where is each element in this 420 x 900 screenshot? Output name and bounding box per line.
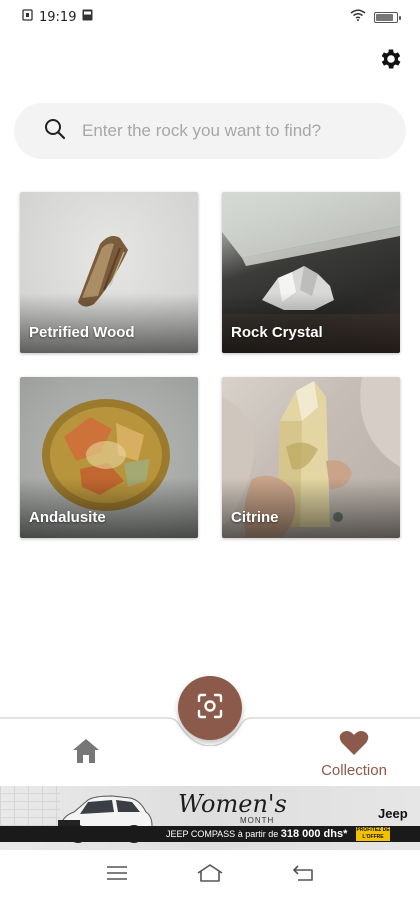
card-shade (20, 293, 198, 353)
card-shade (20, 478, 198, 538)
search-bar[interactable] (14, 103, 406, 159)
heart-icon (339, 730, 369, 760)
settings-button[interactable] (376, 46, 406, 76)
card-shade (222, 293, 400, 353)
rock-name: Petrified Wood (29, 324, 135, 341)
system-home-button[interactable] (195, 860, 225, 890)
ad-brand-logo: Jeep (378, 806, 408, 821)
ad-subheadline: MONTH (240, 816, 275, 825)
back-icon (292, 864, 314, 886)
search-icon (44, 118, 66, 144)
rock-name: Andalusite (29, 509, 106, 526)
status-bar: 19:19 (0, 0, 420, 34)
sim-icon (22, 9, 33, 25)
ad-offer-text: JEEP COMPASS à partir de (166, 829, 279, 839)
system-nav-bar (0, 850, 420, 900)
battery-icon (374, 11, 401, 23)
scan-icon (197, 693, 223, 723)
home-tab-button[interactable] (70, 738, 102, 768)
scan-button[interactable] (178, 676, 242, 740)
status-right (350, 9, 401, 25)
rock-card-petrified-wood[interactable]: Petrified Wood (20, 192, 198, 353)
notification-icon (82, 9, 93, 25)
rock-grid: Petrified Wood Rock Crystal Andalusite C… (20, 192, 402, 538)
recent-apps-button[interactable] (102, 860, 132, 890)
status-time: 19:19 (39, 9, 77, 25)
back-button[interactable] (288, 860, 318, 890)
rock-name: Citrine (231, 509, 279, 526)
search-input[interactable] (82, 121, 372, 141)
menu-icon (106, 865, 128, 885)
collection-tab-button[interactable]: Collection (312, 730, 396, 780)
status-left: 19:19 (22, 9, 93, 25)
home-outline-icon (196, 863, 224, 887)
rock-card-andalusite[interactable]: Andalusite (20, 377, 198, 538)
gear-icon (378, 46, 404, 76)
ad-offer: JEEP COMPASS à partir de 318 000 dhs* (166, 828, 347, 840)
card-shade (222, 478, 400, 538)
rock-card-rock-crystal[interactable]: Rock Crystal (222, 192, 400, 353)
home-icon (72, 738, 100, 768)
rock-card-citrine[interactable]: Citrine (222, 377, 400, 538)
rock-name: Rock Crystal (231, 324, 323, 341)
ad-headline: Women's (178, 790, 287, 818)
ad-cta-button[interactable]: PROFITEZ DE L'OFFRE (356, 827, 390, 841)
ad-banner[interactable]: Women's MONTH Jeep JEEP COMPASS à partir… (0, 786, 420, 850)
ad-offer-price: 318 000 dhs* (280, 828, 348, 840)
collection-label: Collection (321, 762, 387, 779)
ad-background (0, 786, 60, 826)
wifi-icon (350, 9, 366, 25)
